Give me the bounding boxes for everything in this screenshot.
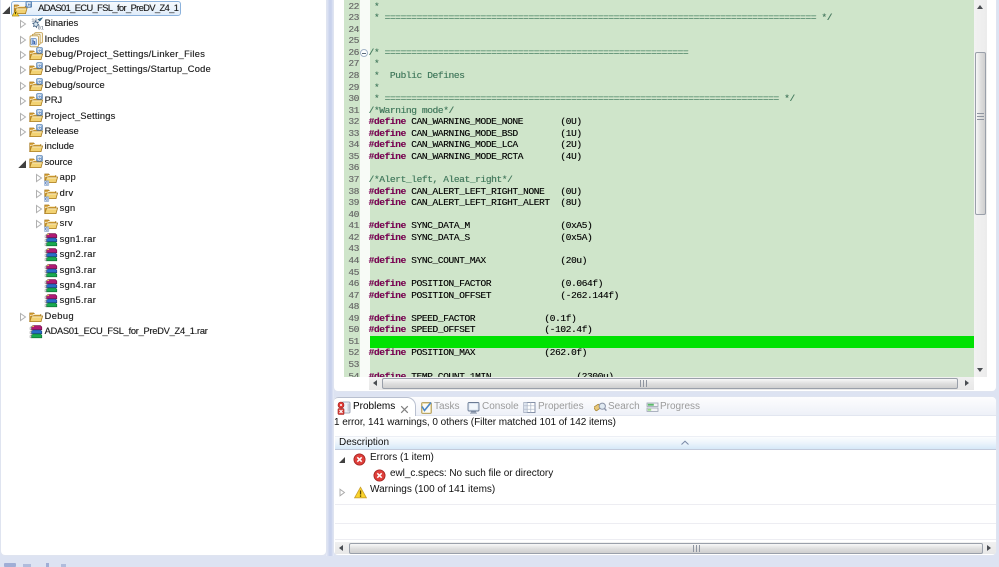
svg-text:C: C: [37, 110, 41, 116]
svg-text:C: C: [37, 48, 41, 54]
svg-text:C: C: [37, 95, 41, 101]
svg-text:C: C: [27, 2, 31, 8]
svg-text:C: C: [37, 64, 41, 70]
svg-text:C: C: [37, 125, 41, 131]
svg-text:C: C: [37, 79, 41, 85]
svg-text:C: C: [37, 156, 41, 162]
